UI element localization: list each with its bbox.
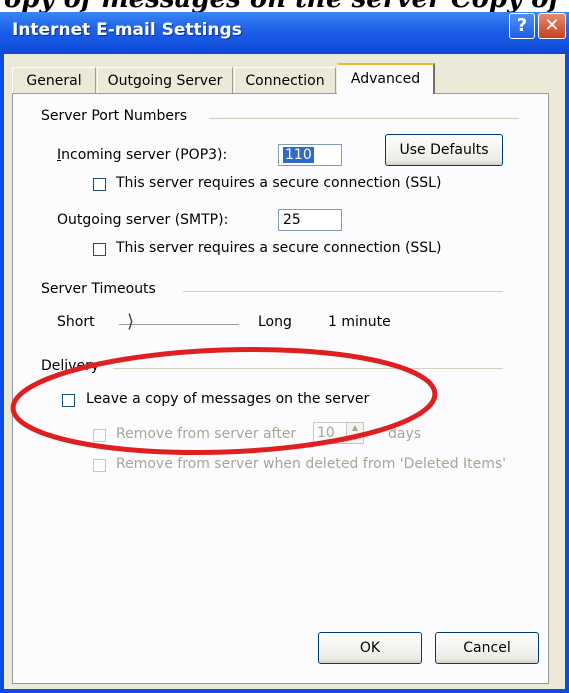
incoming-port-input[interactable]: 110: [278, 144, 342, 166]
leave-copy-checkbox[interactable]: [62, 394, 75, 407]
cancel-button[interactable]: Cancel: [435, 632, 539, 664]
incoming-ssl-checkbox[interactable]: [93, 178, 106, 191]
tab-general[interactable]: General: [12, 67, 96, 93]
group-divider: [209, 118, 519, 119]
cropped-heading-text: opy of messages on the server Copy of me…: [4, 0, 569, 12]
timeout-slider-thumb[interactable]: ⟩: [127, 313, 135, 332]
help-button[interactable]: ?: [509, 13, 535, 39]
days-spinner[interactable]: ▲ ▼: [346, 422, 364, 444]
tab-strip: General Outgoing Server Connection Advan…: [4, 54, 565, 94]
outgoing-ssl-checkbox[interactable]: [93, 243, 106, 256]
timeouts-group-title: Server Timeouts: [41, 281, 156, 297]
spin-down-icon: ▼: [351, 433, 359, 442]
short-label: Short: [57, 314, 95, 330]
leave-copy-label: Leave a copy of messages on the server: [86, 391, 370, 407]
question-icon: ?: [516, 15, 528, 36]
remove-deleted-label: Remove from server when deleted from 'De…: [116, 456, 506, 472]
ok-button[interactable]: OK: [318, 632, 422, 664]
incoming-server-label: Incoming server (POP3):: [57, 147, 228, 163]
group-divider: [183, 291, 503, 292]
spin-up-icon: ▲: [351, 423, 359, 432]
dialog-window: Internet E-mail Settings ? ✕ General Out…: [0, 12, 569, 693]
incoming-server-label-text: ncoming server (POP3):: [61, 147, 228, 163]
advanced-panel: Server Port Numbers Incoming server (POP…: [12, 93, 549, 684]
dialog-client-area: General Outgoing Server Connection Advan…: [4, 54, 565, 689]
timeout-slider-track[interactable]: [119, 324, 239, 326]
timeout-value: 1 minute: [328, 314, 391, 330]
remove-after-label: Remove from server after: [116, 426, 297, 442]
window-title: Internet E-mail Settings: [12, 20, 242, 40]
title-bar[interactable]: Internet E-mail Settings ? ✕: [0, 12, 569, 54]
incoming-port-value: 110: [283, 147, 314, 163]
days-label: days: [388, 426, 422, 442]
outgoing-port-input[interactable]: 25: [278, 209, 342, 231]
outgoing-ssl-label: This server requires a secure connection…: [116, 240, 442, 256]
cropped-heading: opy of messages on the server Copy of me…: [0, 0, 569, 12]
close-button[interactable]: ✕: [538, 13, 566, 39]
tab-outgoing-server[interactable]: Outgoing Server: [97, 67, 233, 93]
remove-deleted-checkbox[interactable]: [93, 459, 106, 472]
outgoing-server-label: Outgoing server (SMTP):: [57, 212, 229, 228]
delivery-group-title: Delivery: [41, 358, 100, 374]
remove-after-days-input[interactable]: 10: [313, 422, 347, 444]
server-ports-group-title: Server Port Numbers: [41, 108, 188, 124]
incoming-ssl-label: This server requires a secure connection…: [116, 175, 442, 191]
tab-advanced[interactable]: Advanced: [337, 63, 435, 94]
tab-connection[interactable]: Connection: [234, 67, 336, 93]
use-defaults-button[interactable]: Use Defaults: [385, 134, 503, 166]
close-icon: ✕: [544, 15, 560, 36]
long-label: Long: [258, 314, 292, 330]
group-divider: [113, 368, 503, 369]
remove-after-checkbox[interactable]: [93, 429, 106, 442]
